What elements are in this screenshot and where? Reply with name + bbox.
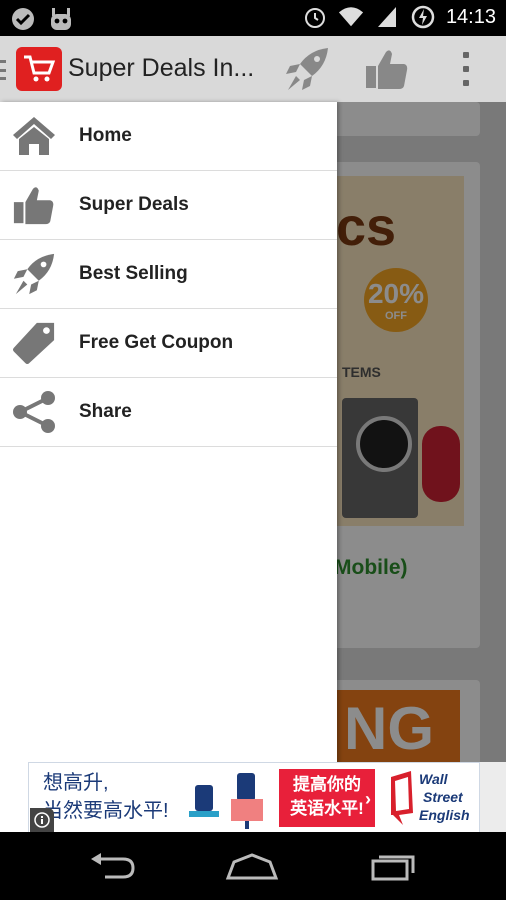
drawer-item-home[interactable]: Home — [0, 102, 337, 171]
drawer-item-super-deals[interactable]: Super Deals — [0, 171, 337, 240]
drawer-item-label: Free Get Coupon — [79, 332, 234, 353]
drawer-item-label: Super Deals — [79, 194, 189, 215]
home-button-icon[interactable] — [224, 848, 280, 884]
drawer-item-label: Home — [79, 125, 132, 146]
rocket-icon — [10, 250, 58, 298]
drawer-item-label: Share — [79, 401, 132, 422]
battery-charging-icon — [410, 4, 436, 30]
status-bar: 14:13 — [0, 0, 506, 36]
drawer-item-label: Best Selling — [79, 263, 188, 284]
ad-chairs-image — [185, 767, 273, 829]
ad-banner[interactable]: 想高升, 当然要高水平! 提高你的 英语水平! › Wall Street En… — [28, 762, 480, 834]
drawer-item-share[interactable]: Share — [0, 378, 337, 447]
checkmark-badge-icon — [10, 6, 36, 32]
tag-icon — [10, 319, 58, 367]
system-nav-bar — [0, 832, 506, 900]
chevron-right-icon: › — [365, 789, 371, 809]
rocket-icon[interactable] — [284, 46, 330, 92]
wifi-icon — [338, 4, 364, 30]
home-icon — [10, 112, 58, 160]
share-icon — [10, 388, 58, 436]
alarm-icon — [302, 4, 328, 30]
drawer-item-free-get-coupon[interactable]: Free Get Coupon — [0, 309, 337, 378]
action-bar: Super Deals In... — [0, 36, 506, 103]
back-icon[interactable] — [84, 848, 140, 884]
shopping-cart-icon[interactable] — [16, 47, 62, 91]
app-title: Super Deals In... — [68, 54, 255, 82]
drawer-indicator-icon[interactable] — [0, 60, 6, 80]
thumbs-up-icon — [10, 181, 58, 229]
ad-headline-line1: 想高升, — [43, 772, 109, 794]
navigation-drawer: Home Super Deals Best Selling Free Get C… — [0, 102, 337, 832]
clock: 14:13 — [445, 5, 496, 28]
thumbs-up-icon[interactable] — [364, 46, 410, 92]
signal-icon — [374, 4, 400, 30]
wall-street-english-logo: Wall Street English — [385, 767, 473, 829]
ad-cta-button[interactable]: 提高你的 英语水平! › — [279, 769, 375, 827]
android-robot-icon — [48, 6, 74, 32]
recent-apps-icon[interactable] — [366, 848, 422, 884]
info-icon[interactable] — [30, 808, 54, 832]
overflow-menu-icon[interactable] — [456, 52, 476, 86]
ad-headline-line2: 当然要高水平! — [43, 800, 169, 822]
drawer-item-best-selling[interactable]: Best Selling — [0, 240, 337, 309]
